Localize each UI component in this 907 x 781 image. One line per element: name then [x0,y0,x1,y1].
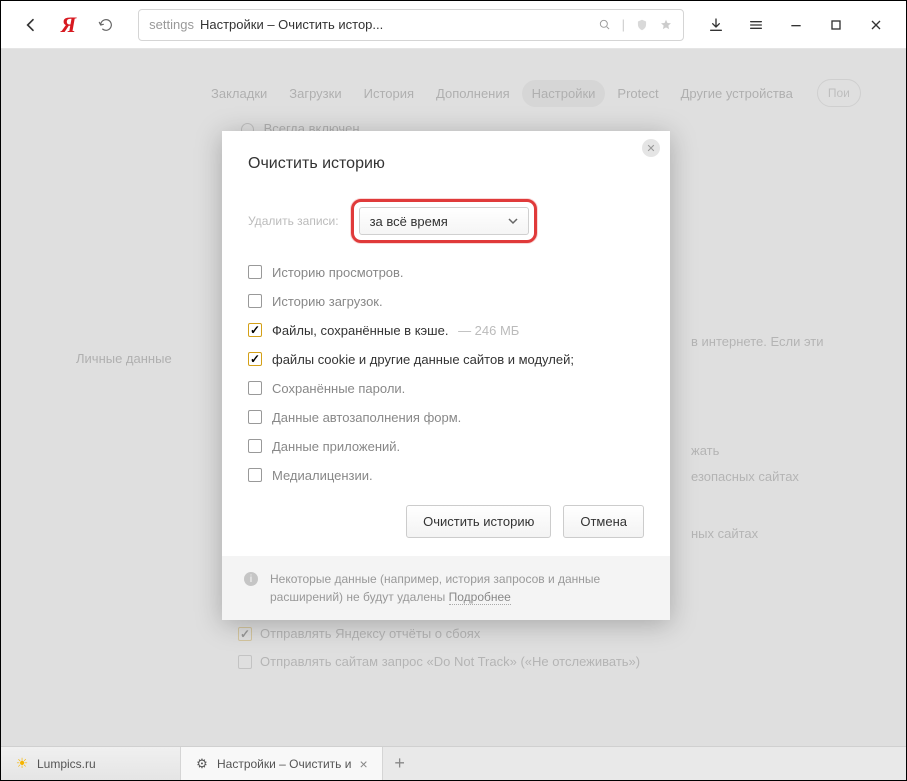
tab-close-button[interactable]: × [359,756,367,772]
tab-label: Настройки – Очистить и [217,757,351,771]
search-compact-icon[interactable] [598,18,612,32]
dialog-close-button[interactable]: ✕ [642,139,660,157]
new-tab-button[interactable]: + [383,747,417,780]
opt-passwords[interactable]: Сохранённые пароли. [248,381,644,396]
footer-learn-more-link[interactable]: Подробнее [449,590,511,605]
reload-icon [98,17,114,33]
close-icon [868,17,884,33]
menu-button[interactable] [738,7,774,43]
opt-cached-files[interactable]: Файлы, сохранённые в кэше. — 246 МБ [248,323,644,338]
chevron-down-icon [508,216,518,226]
yandex-logo[interactable]: Я [61,12,76,38]
page-content: Закладки Загрузки История Дополнения Нас… [1,49,906,746]
footer-text: Некоторые данные (например, история запр… [270,572,600,604]
opt-autofill[interactable]: Данные автозаполнения форм. [248,410,644,425]
opt-media-licenses[interactable]: Медиалицензии. [248,468,644,483]
checkbox-icon[interactable] [248,410,262,424]
arrow-left-icon [23,17,39,33]
checkbox-icon[interactable] [248,323,262,337]
maximize-button[interactable] [818,7,854,43]
cache-size: — 246 МБ [458,323,519,338]
info-icon: i [244,572,258,586]
bookmark-star-icon[interactable] [659,18,673,32]
tab-settings[interactable]: ⚙ Настройки – Очистить и × [181,747,383,780]
time-range-value: за всё время [370,214,448,229]
url-title: Настройки – Очистить истор... [200,17,383,32]
close-window-button[interactable] [858,7,894,43]
checkbox-icon[interactable] [248,352,262,366]
minimize-button[interactable] [778,7,814,43]
downloads-button[interactable] [698,7,734,43]
dialog-title: Очистить историю [248,155,644,173]
checkbox-icon[interactable] [248,468,262,482]
opt-download-history[interactable]: Историю загрузок. [248,294,644,309]
opt-browsing-history[interactable]: Историю просмотров. [248,265,644,280]
checkbox-icon[interactable] [248,439,262,453]
time-range-label: Удалить записи: [248,214,339,228]
time-range-select[interactable]: за всё время [359,207,529,235]
dialog-footer: i Некоторые данные (например, история за… [222,556,670,620]
hamburger-icon [748,17,764,33]
download-icon [708,17,724,33]
clear-history-button[interactable]: Очистить историю [406,505,551,538]
address-bar[interactable]: settings Настройки – Очистить истор... | [138,9,684,41]
maximize-icon [828,17,844,33]
tab-bar: ☀ Lumpics.ru ⚙ Настройки – Очистить и × … [1,746,906,780]
gear-favicon-icon: ⚙ [195,757,209,771]
minimize-icon [788,17,804,33]
sun-favicon-icon: ☀ [15,757,29,771]
opt-app-data[interactable]: Данные приложений. [248,439,644,454]
browser-toolbar: Я settings Настройки – Очистить истор...… [1,1,906,49]
reload-button[interactable] [88,7,124,43]
opt-cookies[interactable]: файлы cookie и другие данные сайтов и мо… [248,352,644,367]
checkbox-icon[interactable] [248,294,262,308]
checkbox-icon[interactable] [248,381,262,395]
tab-label: Lumpics.ru [37,757,96,771]
url-prefix: settings [149,17,194,32]
cancel-button[interactable]: Отмена [563,505,644,538]
time-select-highlight: за всё время [351,199,537,243]
shield-icon[interactable] [635,18,649,32]
back-button[interactable] [13,7,49,43]
addr-actions: | [598,17,673,32]
checkbox-icon[interactable] [248,265,262,279]
tab-lumpics[interactable]: ☀ Lumpics.ru [1,747,181,780]
clear-history-dialog: ✕ Очистить историю Удалить записи: за вс… [222,131,670,620]
